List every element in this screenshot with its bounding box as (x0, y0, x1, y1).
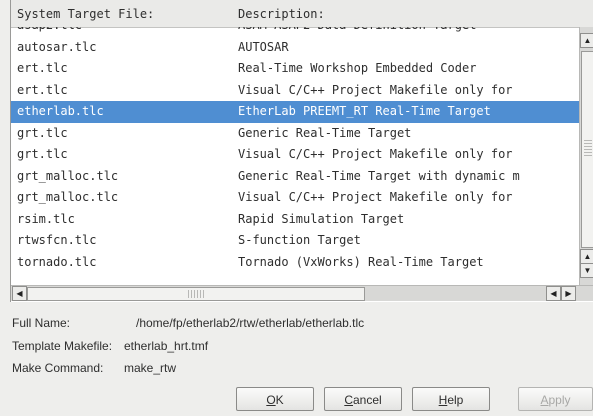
make-command-row: Make Command: make_rtw (12, 361, 176, 375)
list-rows-content: asap2.tlc ASAM-ASAP2 Data Definition Targ… (11, 27, 579, 273)
target-file-cell: grt.tlc (17, 147, 68, 161)
full-name-row: Full Name: /home/fp/etherlab2/rtw/etherl… (12, 316, 364, 330)
description-cell: Generic Real-Time Target (238, 125, 412, 140)
target-file-cell: asap2.tlc (17, 27, 82, 37)
grip-icon (584, 140, 592, 156)
make-command-label: Make Command: (12, 361, 104, 375)
description-cell: Visual C/C++ Project Makefile only for (238, 190, 513, 204)
table-row[interactable]: autosar.tlc AUTOSAR (11, 37, 579, 59)
target-file-cell: ert.tlc (17, 61, 68, 75)
help-label: elp (447, 393, 464, 407)
template-makefile-row: Template Makefile: etherlab_hrt.tmf (12, 339, 208, 353)
list-rows: asap2.tlc ASAM-ASAP2 Data Definition Targ… (11, 27, 579, 285)
header-description[interactable]: Description: (238, 7, 325, 21)
table-row[interactable]: grt_malloc.tlc Visual C/C++ Project Makef… (11, 187, 579, 209)
template-makefile-value: etherlab_hrt.tmf (124, 339, 209, 353)
ok-button[interactable]: OK (236, 387, 314, 411)
table-row[interactable]: grt_malloc.tlc Generic Real-Time Target w… (11, 166, 579, 188)
vertical-scroll-thumb[interactable] (581, 51, 593, 248)
scroll-down-icon[interactable]: ▼ (580, 263, 593, 278)
target-file-cell: rsim.tlc (17, 211, 75, 226)
description-cell: Tornado (VxWorks) Real-Time Target (238, 254, 484, 269)
description-cell: Rapid Simulation Target (238, 211, 405, 226)
apply-label: pply (548, 393, 571, 407)
table-row[interactable]: ert.tlc Real-Time Workshop Embedded Coder (11, 58, 579, 80)
target-file-cell: grt_malloc.tlc (17, 168, 119, 183)
description-cell: EtherLab PREEMT_RT Real-Time Target (238, 104, 491, 118)
description-cell: S-function Target (238, 233, 361, 247)
target-file-cell: grt_malloc.tlc (17, 190, 119, 204)
horizontal-scrollbar[interactable]: ◀ ◀ ▶ (11, 285, 593, 301)
table-row[interactable]: rtwsfcn.tlc S-function Target (11, 230, 579, 252)
table-row[interactable]: grt.tlc Generic Real-Time Target (11, 123, 579, 145)
target-file-list: System Target File: Description: asap2.t… (10, 0, 593, 302)
list-header: System Target File: Description: (11, 0, 593, 28)
ok-mnemonic: O (266, 393, 276, 407)
scroll-up-icon[interactable]: ▲ (580, 33, 593, 48)
header-system-target-file[interactable]: System Target File: (17, 7, 154, 21)
vertical-scrollbar[interactable]: ▲ ▲ ▼ (579, 27, 593, 285)
apply-mnemonic: A (540, 393, 549, 407)
target-file-cell: autosar.tlc (17, 39, 97, 54)
description-cell: AUTOSAR (238, 39, 289, 54)
target-file-cell: etherlab.tlc (17, 104, 104, 118)
table-row[interactable]: tornado.tlc Tornado (VxWorks) Real-Time T… (11, 252, 579, 274)
table-row[interactable]: ert.tlc Visual C/C++ Project Makefile onl… (11, 80, 579, 102)
horizontal-scroll-thumb[interactable] (27, 287, 365, 301)
scroll-left-icon[interactable]: ◀ (546, 286, 561, 301)
target-file-cell: tornado.tlc (17, 254, 97, 269)
scroll-left-icon[interactable]: ◀ (12, 286, 27, 301)
make-command-value: make_rtw (124, 361, 177, 375)
description-cell: Visual C/C++ Project Makefile only for (238, 147, 513, 161)
template-makefile-label: Template Makefile: (12, 339, 113, 353)
description-cell: Generic Real-Time Target with dynamic m (238, 168, 520, 183)
full-name-label: Full Name: (12, 316, 71, 330)
target-file-cell: ert.tlc (17, 82, 68, 97)
target-file-cell: grt.tlc (17, 125, 68, 140)
target-file-cell: rtwsfcn.tlc (17, 233, 97, 247)
ok-label: K (275, 393, 284, 407)
table-row[interactable]: rsim.tlc Rapid Simulation Target (11, 209, 579, 231)
full-name-value: /home/fp/etherlab2/rtw/etherlab/etherlab… (136, 316, 365, 330)
grip-icon (188, 290, 206, 298)
table-row[interactable]: etherlab.tlc EtherLab PREEMT_RT Real-Time… (11, 101, 579, 123)
cancel-mnemonic: C (344, 393, 353, 407)
help-button[interactable]: Help (412, 387, 490, 411)
scroll-up-icon[interactable]: ▲ (580, 249, 593, 264)
table-row[interactable]: asap2.tlc ASAM-ASAP2 Data Definition Targ… (11, 27, 579, 37)
description-cell: Visual C/C++ Project Makefile only for (238, 82, 513, 97)
cancel-label: ancel (352, 393, 382, 407)
description-cell: ASAM-ASAP2 Data Definition Target (238, 27, 476, 37)
table-row[interactable]: grt.tlc Visual C/C++ Project Makefile onl… (11, 144, 579, 166)
cancel-button[interactable]: Cancel (324, 387, 402, 411)
scroll-right-icon[interactable]: ▶ (561, 286, 576, 301)
description-cell: Real-Time Workshop Embedded Coder (238, 61, 477, 75)
apply-button[interactable]: Apply (518, 387, 593, 411)
